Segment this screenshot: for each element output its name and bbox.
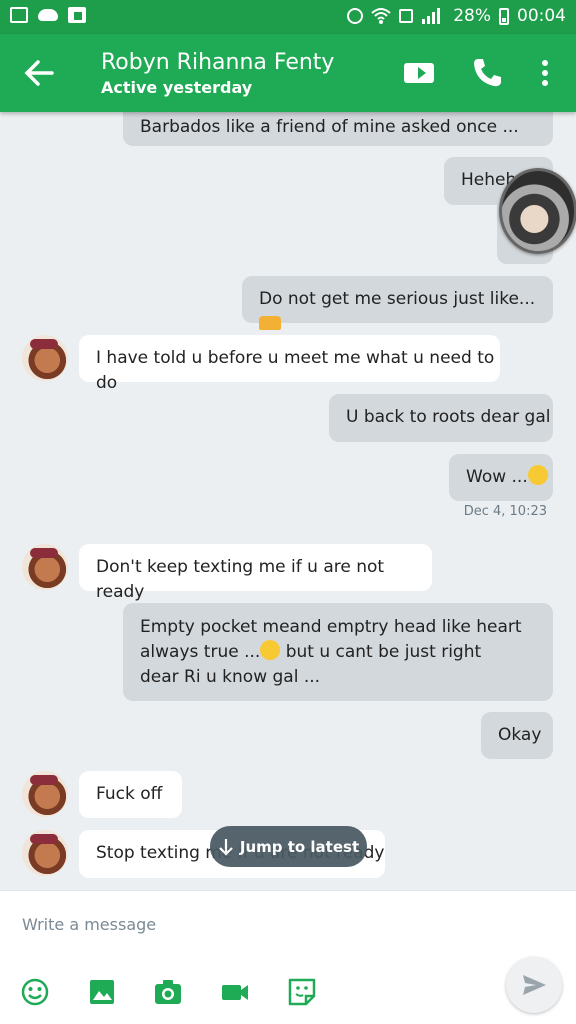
message-bubble-incoming[interactable]: Don't keep texting me if u are not ready: [79, 544, 432, 602]
video-icon[interactable]: [220, 977, 250, 1007]
message-text-line: always true ...: [140, 642, 261, 662]
alarm-icon: [347, 8, 364, 24]
message-text: U back to roots dear gal: [346, 407, 551, 427]
data-saver-icon: [399, 9, 414, 23]
cloud-icon: [38, 9, 58, 21]
shared-photo-thumbnail[interactable]: [499, 168, 576, 254]
app-bar: Robyn Rihanna Fenty Active yesterday: [0, 34, 576, 112]
avatar[interactable]: [22, 771, 68, 817]
message-bubble-outgoing[interactable]: Empty pocket meand emptry head like hear…: [123, 603, 553, 701]
status-bar: 28% 00:04: [0, 0, 576, 34]
status-right-icons: 28% 00:04: [347, 6, 566, 26]
back-arrow-icon[interactable]: [22, 57, 56, 89]
camera-icon[interactable]: [153, 977, 183, 1007]
message-text: Do not get me serious just like...: [259, 289, 536, 309]
taxi-emoji-icon: [259, 316, 281, 330]
message-text: Don't keep texting me if u are not ready: [96, 557, 385, 602]
hugging-emoji-icon: [260, 640, 281, 660]
send-button[interactable]: [506, 957, 562, 1013]
contact-status: Active yesterday: [101, 78, 253, 97]
message-text: Okay: [498, 725, 542, 745]
sticker-icon[interactable]: [287, 977, 317, 1007]
message-text: I have told u before u meet me what u ne…: [96, 348, 495, 393]
flipboard-icon: [68, 7, 86, 23]
message-text-line: but u cant be just right: [280, 642, 482, 662]
status-left-icons: [10, 7, 86, 23]
arrow-down-icon: [219, 838, 233, 856]
message-bubble-outgoing[interactable]: Barbados like a friend of mine asked onc…: [123, 112, 553, 146]
message-text: Barbados like a friend of mine asked onc…: [140, 117, 519, 137]
emoji-icon[interactable]: [20, 977, 50, 1007]
sweat-smile-emoji-icon: [527, 465, 548, 485]
wifi-icon: [371, 8, 391, 24]
message-bubble-outgoing[interactable]: Wow ...: [449, 454, 553, 501]
battery-icon: [499, 7, 509, 25]
send-icon: [523, 975, 546, 995]
video-call-icon[interactable]: [402, 56, 436, 90]
message-bubble-incoming[interactable]: I have told u before u meet me what u ne…: [79, 335, 500, 393]
message-text: Wow ...: [466, 467, 528, 487]
jump-to-latest-button[interactable]: Jump to latest: [210, 826, 367, 867]
message-bubble-outgoing[interactable]: U back to roots dear gal: [329, 394, 553, 442]
message-text: Fuck off: [96, 784, 163, 804]
message-composer: [0, 890, 576, 1024]
message-input[interactable]: [22, 907, 482, 941]
message-list[interactable]: Barbados like a friend of mine asked onc…: [0, 112, 576, 890]
contact-name[interactable]: Robyn Rihanna Fenty: [101, 50, 334, 75]
message-text-line: Empty pocket meand emptry head like hear…: [140, 617, 522, 637]
message-text-line: dear Ri u know gal ...: [140, 667, 321, 687]
signal-icon: [422, 8, 441, 24]
message-timestamp: Dec 4, 10:23: [463, 504, 547, 519]
jump-to-latest-label: Jump to latest: [239, 837, 360, 856]
clock: 00:04: [517, 6, 566, 26]
gallery-icon[interactable]: [87, 977, 117, 1007]
phone-icon[interactable]: [470, 56, 504, 90]
avatar[interactable]: [22, 335, 68, 381]
message-bubble-outgoing[interactable]: Okay: [481, 712, 553, 759]
avatar[interactable]: [22, 830, 68, 876]
battery-percent: 28%: [453, 6, 491, 26]
avatar[interactable]: [22, 544, 68, 590]
more-vert-icon[interactable]: [530, 56, 560, 90]
message-bubble-incoming[interactable]: Fuck off: [79, 771, 182, 818]
calendar-notification-icon: [10, 7, 28, 23]
message-bubble-outgoing[interactable]: Do not get me serious just like...: [242, 276, 553, 330]
